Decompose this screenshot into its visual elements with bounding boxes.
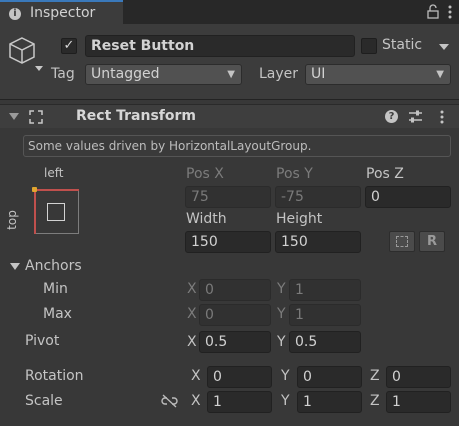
component-title: Rect Transform [76,108,197,124]
anchor-min-x-field: 0 [199,279,271,301]
scale-y-field[interactable]: 1 [297,391,362,413]
anchor-preset-button[interactable] [32,187,79,234]
layer-dropdown[interactable]: UI ▼ [305,64,451,85]
scale-x-field[interactable]: 1 [207,391,272,413]
scale-x-axis-label: X [191,393,201,409]
scale-label: Scale [25,393,63,409]
rot-y-axis-label: Y [281,368,290,384]
rotation-label: Rotation [25,368,84,384]
min-label: Min [43,281,68,297]
settings-sliders-icon[interactable] [408,110,423,124]
anchor-left-line [34,189,36,234]
driven-values-info: Some values driven by HorizontalLayoutGr… [23,135,451,157]
pos-x-label: Pos X [186,166,224,182]
scale-z-axis-label: Z [370,393,380,409]
anchor-rect-icon [47,203,65,221]
kebab-menu-icon[interactable] [447,5,453,19]
rot-x-axis-label: X [191,368,201,384]
pivot-x-field[interactable]: 0.5 [199,331,271,353]
lock-icon[interactable] [426,4,440,19]
tag-value: Untagged [91,66,160,82]
object-name-field[interactable]: Reset Button [85,35,355,57]
layer-value: UI [311,66,326,82]
max-x-axis-label: X [187,306,197,322]
active-checkbox[interactable]: ✓ [61,38,77,54]
anchor-v-label: top [4,210,19,230]
max-label: Max [43,306,72,322]
anchor-point [32,187,37,192]
pivot-y-field[interactable]: 0.5 [289,331,361,353]
tab-title: Inspector [30,5,96,21]
tag-label: Tag [51,66,75,82]
width-field[interactable]: 150 [185,231,271,253]
tag-dropdown[interactable]: Untagged ▼ [85,64,242,85]
chevron-down-icon: ▼ [436,69,444,80]
pivot-x-axis-label: X [187,334,197,350]
tab-inspector[interactable]: i Inspector [0,0,123,24]
info-icon: i [9,8,21,20]
rot-z-axis-label: Z [370,368,380,384]
static-label: Static [382,37,423,53]
rect-transform-icon [29,110,43,124]
anchor-h-label: left [44,166,64,180]
pivot-label: Pivot [25,333,60,349]
static-dropdown-arrow-icon[interactable] [438,43,450,51]
rotation-z-field[interactable]: 0 [386,366,451,388]
rect-transform-header[interactable]: Rect Transform ? [0,104,459,128]
scale-y-axis-label: Y [281,393,290,409]
gameobject-header: ✓ Reset Button Static Tag Untagged ▼ Lay… [0,24,459,100]
pivot-y-axis-label: Y [277,334,286,350]
rotation-x-field[interactable]: 0 [207,366,272,388]
pos-y-field: -75 [275,186,361,208]
anchors-foldout-arrow-icon[interactable] [10,263,20,271]
pos-y-label: Pos Y [276,166,313,182]
pos-z-field[interactable]: 0 [365,186,451,208]
component-menu-icon[interactable] [439,110,445,124]
anchor-top-line [34,189,79,191]
anchor-max-x-field: 0 [199,304,271,326]
scale-z-field[interactable]: 1 [386,391,451,413]
raw-edit-button[interactable]: R [419,231,445,252]
max-y-axis-label: Y [277,306,286,322]
height-field[interactable]: 150 [275,231,361,253]
help-icon[interactable]: ? [385,110,398,123]
min-y-axis-label: Y [277,281,286,297]
pos-z-label: Pos Z [366,166,404,182]
constrain-proportions-unlinked-icon[interactable] [161,394,178,408]
blueprint-mode-button[interactable] [389,231,415,252]
pos-x-field: 75 [185,186,271,208]
cube-icon[interactable] [9,35,45,71]
chevron-down-icon: ▼ [227,69,235,80]
anchor-min-y-field: 1 [289,279,361,301]
window-tab-bar: i Inspector [0,0,459,24]
anchor-max-y-field: 1 [289,304,361,326]
width-label: Width [186,211,227,227]
blueprint-icon [396,236,408,247]
anchors-label[interactable]: Anchors [25,258,82,274]
rotation-y-field[interactable]: 0 [297,366,362,388]
foldout-arrow-icon[interactable] [9,113,19,121]
static-checkbox[interactable] [361,38,377,54]
layer-label: Layer [259,66,299,82]
min-x-axis-label: X [187,281,197,297]
height-label: Height [276,211,323,227]
